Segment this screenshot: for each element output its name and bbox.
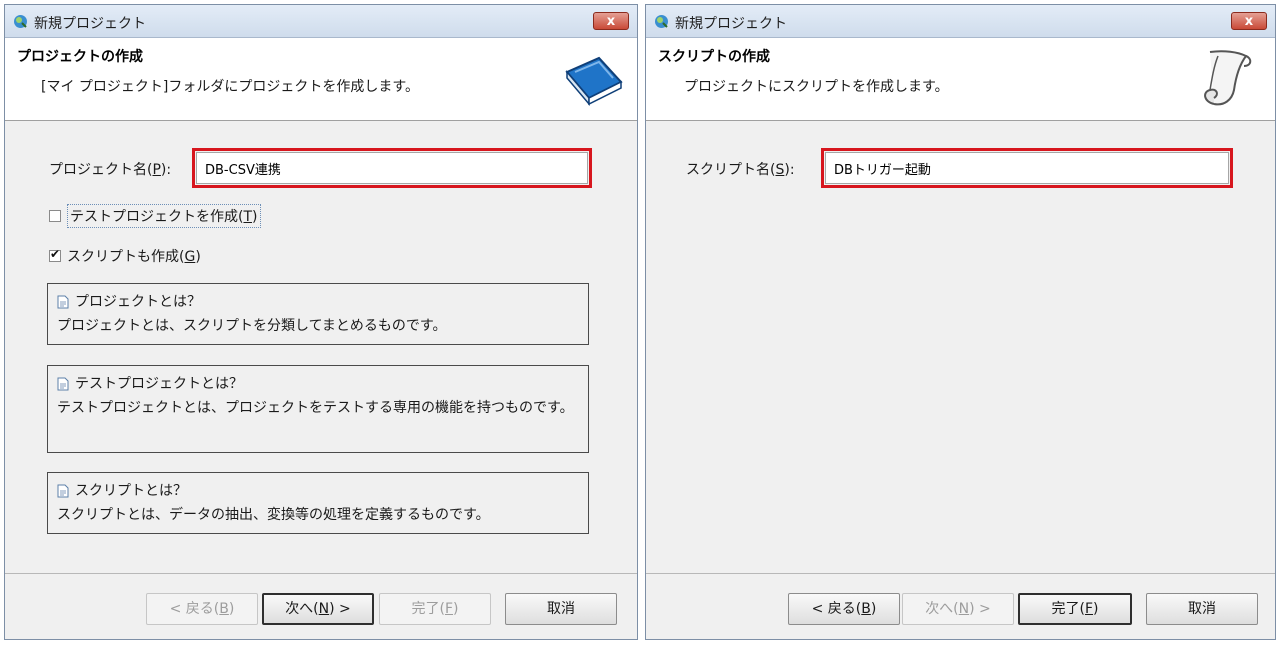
checkmark-icon: ✔: [50, 247, 61, 261]
info-body: テストプロジェクトとは、プロジェクトをテストする専用の機能を持つものです。: [57, 400, 574, 416]
test-project-checkbox[interactable]: テストプロジェクトを作成(T): [49, 204, 261, 228]
document-icon: [57, 484, 69, 498]
app-icon: [14, 15, 27, 28]
new-project-dialog: 新規プロジェクト x プロジェクトの作成 [マイ プロジェクト]フォルダにプロジ…: [4, 4, 638, 640]
info-box-test-project: テストプロジェクトとは？ テストプロジェクトとは、プロジェクトをテストする専用の…: [47, 365, 589, 453]
info-heading: プロジェクトとは？: [75, 294, 201, 310]
create-script-checkbox-label: スクリプトも作成(G): [67, 249, 201, 265]
checkbox-unchecked[interactable]: [49, 210, 61, 222]
create-script-checkbox[interactable]: ✔ スクリプトも作成(G): [49, 246, 201, 266]
info-body: スクリプトとは、データの抽出、変換等の処理を定義するものです。: [57, 507, 490, 523]
close-button[interactable]: x: [1231, 12, 1267, 30]
book-icon: [565, 56, 623, 107]
info-box-script: スクリプトとは？ スクリプトとは、データの抽出、変換等の処理を定義するものです。: [47, 472, 589, 534]
close-button[interactable]: x: [593, 12, 629, 30]
info-heading: スクリプトとは？: [75, 483, 187, 499]
project-name-label: プロジェクト名(P):: [49, 162, 172, 178]
script-name-label: スクリプト名(S):: [686, 162, 795, 178]
back-button[interactable]: < 戻る(B): [788, 593, 900, 625]
next-button[interactable]: 次へ(N) >: [902, 593, 1014, 625]
header-description: プロジェクトにスクリプトを作成します。: [684, 79, 949, 95]
finish-button[interactable]: 完了(F): [379, 593, 491, 625]
title-bar: 新規プロジェクト x: [646, 5, 1275, 38]
cancel-button[interactable]: 取消: [505, 593, 617, 625]
header-description: [マイ プロジェクト]フォルダにプロジェクトを作成します。: [41, 79, 419, 95]
app-icon: [655, 15, 668, 28]
next-button[interactable]: 次へ(N) >: [262, 593, 374, 625]
finish-button[interactable]: 完了(F): [1018, 593, 1132, 625]
footer-divider: [646, 573, 1275, 574]
project-name-input[interactable]: [196, 152, 588, 184]
wizard-header: スクリプトの作成 プロジェクトにスクリプトを作成します。: [646, 38, 1275, 121]
window-title: 新規プロジェクト: [675, 16, 787, 32]
script-name-input[interactable]: [825, 152, 1229, 184]
scroll-icon: [1204, 50, 1252, 106]
window-title: 新規プロジェクト: [34, 16, 146, 32]
document-icon: [57, 295, 69, 309]
cancel-button[interactable]: 取消: [1146, 593, 1258, 625]
info-heading: テストプロジェクトとは？: [75, 376, 243, 392]
info-body: プロジェクトとは、スクリプトを分類してまとめるものです。: [57, 318, 447, 334]
checkbox-checked[interactable]: ✔: [49, 247, 61, 262]
wizard-header: プロジェクトの作成 [マイ プロジェクト]フォルダにプロジェクトを作成します。: [5, 38, 637, 121]
header-title: スクリプトの作成: [658, 49, 770, 65]
title-bar: 新規プロジェクト x: [5, 5, 637, 38]
back-button[interactable]: < 戻る(B): [146, 593, 258, 625]
header-title: プロジェクトの作成: [17, 49, 143, 65]
footer-divider: [5, 573, 637, 574]
test-project-checkbox-label: テストプロジェクトを作成(T): [67, 204, 261, 228]
document-icon: [57, 377, 69, 391]
info-box-project: プロジェクトとは？ プロジェクトとは、スクリプトを分類してまとめるものです。: [47, 283, 589, 345]
new-script-dialog: 新規プロジェクト x スクリプトの作成 プロジェクトにスクリプトを作成します。 …: [645, 4, 1276, 640]
